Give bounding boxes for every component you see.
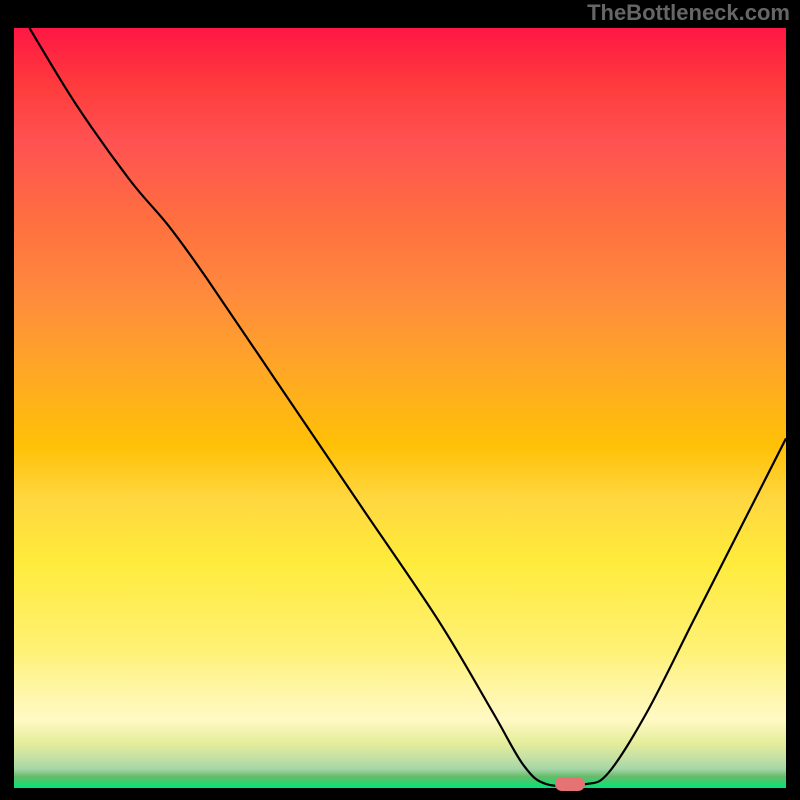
- optimal-point-marker: [555, 777, 585, 791]
- watermark-text: TheBottleneck.com: [587, 0, 790, 26]
- chart-container: TheBottleneck.com: [0, 0, 800, 800]
- bottleneck-curve: [14, 28, 786, 788]
